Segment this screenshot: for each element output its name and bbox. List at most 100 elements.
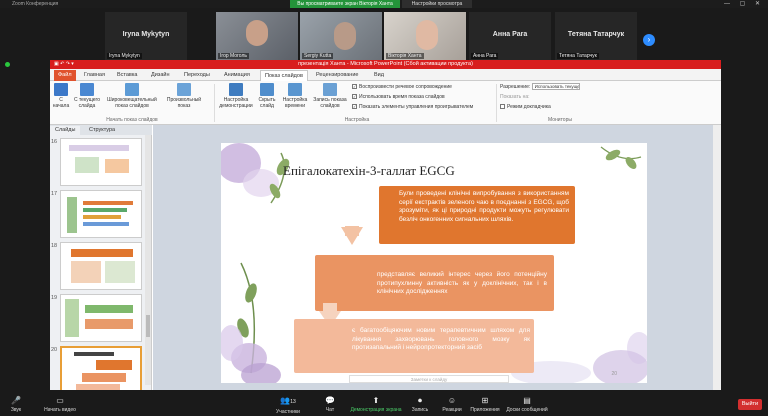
resolution-value[interactable]: Использовать текуще...: [531, 83, 580, 91]
participant-count: 13: [290, 399, 296, 405]
tab-home[interactable]: Главная: [80, 70, 109, 81]
zoom-control-bar: 🎤 Звук ▭ Начать видео 👥13 Участники 💬 Чат ⬆ Д…: [0, 392, 768, 416]
thumb-content: [105, 261, 135, 283]
record-show-button[interactable]: Запись показа слайдов: [310, 83, 350, 109]
rehearse-timings-button[interactable]: Настройка времени: [282, 83, 308, 109]
participant-label: Ігор Моголь: [218, 53, 249, 59]
setup-show-icon: [229, 83, 243, 96]
tab-insert[interactable]: Вставка: [113, 70, 141, 81]
participant-video-tile[interactable]: Sergiy Kutta: [300, 12, 382, 60]
slide-title: Епігалокатехін-3-галлат EGCG: [283, 163, 455, 178]
thumb-number: 20: [51, 347, 58, 353]
slides-pane-scrollbar[interactable]: [145, 135, 151, 385]
reactions-button[interactable]: ☺ Реакции: [440, 396, 464, 413]
slide-thumbnail[interactable]: [60, 190, 142, 238]
slide-thumbnail-selected[interactable]: [60, 346, 142, 390]
start-video-button[interactable]: ▭ Начать видео: [40, 396, 80, 413]
slide-number: 20: [611, 371, 617, 377]
participant-video-tile[interactable]: Ігор Моголь: [216, 12, 298, 60]
slide-thumbnail[interactable]: [60, 138, 142, 186]
whiteboards-button[interactable]: ▤ Доски сообщений: [506, 396, 548, 413]
whiteboard-icon: ▤: [523, 396, 531, 405]
audio-button[interactable]: 🎤 Звук: [6, 396, 26, 413]
group-monitors: Мониторы: [548, 117, 572, 123]
zoom-titlebar: Zoom Конференция Вы просматриваете экран…: [0, 0, 768, 8]
view-options-button[interactable]: Настройки просмотра: [402, 0, 472, 8]
participant-label: Тетяна Татарчук: [557, 53, 599, 59]
play-current-icon: [80, 83, 94, 96]
thumb-content: [83, 215, 121, 219]
chat-button[interactable]: 💬 Чат: [320, 396, 340, 413]
tab-animations[interactable]: Анимация: [220, 70, 254, 81]
tab-design[interactable]: Дизайн: [147, 70, 174, 81]
hide-slide-button[interactable]: Скрыть слайд: [256, 83, 278, 109]
thumb-content: [105, 159, 129, 173]
checkbox-check-icon: ✓: [352, 94, 357, 100]
text-box-3[interactable]: є багатообіцяючим новим терапевтичним шл…: [294, 319, 534, 373]
tab-slides[interactable]: Слайды: [50, 126, 81, 135]
slides-pane: Слайды Структура 16 17 18 19 20: [50, 125, 152, 390]
slide-thumbnail[interactable]: [60, 294, 142, 342]
participant-video-tile[interactable]: Вікторія Ханта: [384, 12, 466, 60]
text-box-2[interactable]: представляє великий інтерес через його п…: [315, 255, 554, 311]
from-beginning-button[interactable]: С начала: [52, 83, 70, 109]
timings-checkbox[interactable]: ✓ Использовать время показа слайдов: [352, 93, 445, 101]
show-on-select[interactable]: Показать на:: [500, 93, 530, 101]
person-video: [334, 22, 356, 50]
tab-transitions[interactable]: Переходы: [180, 70, 214, 81]
apps-icon: ⊞: [481, 396, 489, 405]
participant-name: Iryna Mykytyn: [122, 31, 170, 38]
thumb-content: [71, 249, 133, 257]
participant-name: Анна Раrа: [492, 31, 528, 38]
group-start-show: Начать показ слайдов: [106, 117, 158, 123]
tab-view[interactable]: Вид: [370, 70, 388, 81]
participant-tile[interactable]: Анна Раrа Анна Раrа: [469, 12, 551, 60]
participant-gallery: ‹ Iryna Mykytyn Iryna Mykytyn Ігор Могол…: [0, 8, 768, 60]
setup-show-button[interactable]: Настройка демонстрации: [218, 83, 254, 109]
slide-thumbnail[interactable]: [60, 242, 142, 290]
presenter-view-checkbox[interactable]: Режим докладчика: [500, 103, 551, 111]
apps-button[interactable]: ⊞ Приложения: [470, 396, 500, 413]
thumb-content: [85, 319, 133, 329]
quick-access-toolbar[interactable]: ▣ ↶ ↷ ▾: [54, 60, 74, 69]
tab-slideshow[interactable]: Показ слайдов: [260, 70, 308, 81]
share-screen-button[interactable]: ⬆ Демонстрация экрана: [348, 396, 404, 413]
participant-tile[interactable]: Iryna Mykytyn Iryna Mykytyn: [105, 12, 187, 60]
custom-show-button[interactable]: Произвольный показ: [162, 83, 206, 109]
resolution-select[interactable]: Разрешение: Использовать текуще...: [500, 83, 580, 91]
participant-label: Iryna Mykytyn: [107, 53, 142, 59]
thumb-content: [75, 157, 99, 173]
thumb-number: 19: [51, 295, 58, 301]
microphone-icon: 🎤: [11, 396, 21, 405]
record-show-icon: [323, 83, 337, 96]
narration-checkbox[interactable]: ✓ Воспроизвести речевое сопровождение: [352, 83, 452, 91]
window-controls[interactable]: — ▢ ✕: [724, 0, 764, 7]
media-controls-checkbox[interactable]: ✓ Показать элементы управления проигрыват…: [352, 103, 473, 111]
slide-footer: Заметки к слайду: [349, 375, 509, 383]
record-button[interactable]: ⏺ Запись: [408, 396, 432, 413]
record-icon: ⏺: [418, 396, 422, 405]
participants-button[interactable]: 👥13 Участники: [268, 396, 308, 415]
ppt-window-title: презентація Ханта - Microsoft PowerPoint…: [298, 61, 473, 67]
share-screen-icon: ⬆: [372, 396, 380, 405]
from-current-button[interactable]: С текущего слайда: [72, 83, 102, 109]
thumb-content: [83, 201, 133, 205]
current-slide[interactable]: Епігалокатехін-3-галлат EGCG Були провед…: [221, 143, 647, 383]
tab-file[interactable]: Файл: [54, 70, 76, 81]
tab-review[interactable]: Рецензирование: [312, 70, 362, 81]
gallery-next-icon[interactable]: ›: [643, 34, 655, 46]
participant-tile[interactable]: Тетяна Татарчук Тетяна Татарчук: [555, 12, 637, 60]
rehearse-timings-icon: [288, 83, 302, 96]
leave-button[interactable]: Выйти: [738, 399, 762, 410]
thumb-number: 17: [51, 191, 58, 197]
thumb-content: [74, 352, 114, 356]
scrollbar-thumb[interactable]: [146, 315, 150, 337]
text-box-3-text: є багатообіцяючим новим терапевтичним шл…: [352, 327, 530, 351]
checkbox-icon: [500, 104, 505, 110]
checkbox-check-icon: ✓: [352, 104, 357, 110]
tab-outline[interactable]: Структура: [84, 126, 120, 135]
broadcast-button[interactable]: Широковещательный показ слайдов: [106, 83, 158, 109]
text-box-1[interactable]: Були проведені клінічні випробування з в…: [379, 186, 575, 244]
canvas-scrollbar[interactable]: [713, 125, 721, 390]
chat-icon: 💬: [325, 396, 335, 405]
